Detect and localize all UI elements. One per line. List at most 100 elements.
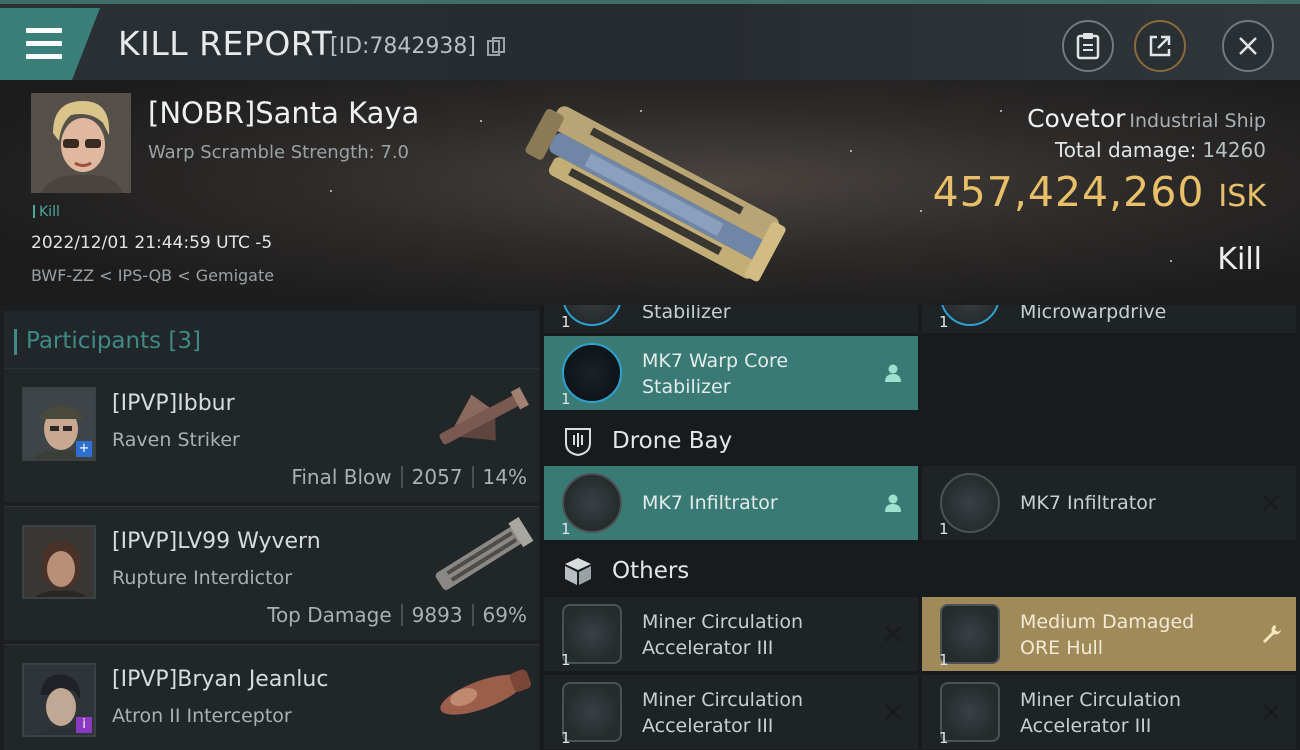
share-button[interactable] bbox=[1134, 20, 1186, 72]
kill-tag: Kill bbox=[33, 204, 60, 220]
participant-name: [IPVP]Bryan Jeanluc bbox=[112, 667, 329, 692]
isk-amount: 457,424,260 bbox=[932, 168, 1205, 216]
copy-icon[interactable] bbox=[487, 37, 505, 57]
person-icon bbox=[885, 494, 901, 512]
participants-title: Participants [3] bbox=[13, 328, 202, 355]
destroyed-x-icon bbox=[1263, 704, 1279, 720]
total-damage-value: 14260 bbox=[1202, 138, 1266, 162]
participant-ship: Rupture Interdictor bbox=[112, 567, 292, 589]
participant-stats: Top Damage 9893 69% bbox=[267, 603, 527, 627]
rig-icon bbox=[562, 604, 622, 664]
item-name-line: Miner Circulation bbox=[642, 689, 803, 711]
dropped-item[interactable]: 1 MK7 Warp Core Stabilizer bbox=[544, 336, 918, 410]
share-icon bbox=[1149, 35, 1171, 57]
destroyed-x-icon bbox=[885, 704, 901, 720]
victim-portrait[interactable] bbox=[31, 93, 131, 193]
cargo-box-icon bbox=[565, 558, 591, 585]
destroyed-item[interactable]: 1 Miner Circulation Accelerator III bbox=[544, 597, 918, 671]
participant-name: [IPVP]Ibbur bbox=[112, 391, 235, 416]
destroyed-item[interactable]: 1 Miner Circulation Accelerator III bbox=[922, 675, 1296, 749]
clipboard-button[interactable] bbox=[1062, 20, 1114, 72]
person-icon bbox=[885, 364, 901, 382]
warp-core-stabilizer-icon bbox=[562, 305, 622, 326]
item-name: MK7 Infiltrator bbox=[642, 492, 778, 514]
participant-row[interactable]: i [IPVP]Bryan Jeanluc Atron II Intercept… bbox=[4, 644, 539, 750]
total-damage: Total damage: 14260 bbox=[1055, 138, 1266, 162]
item-name: Miner Circulation Accelerator III bbox=[642, 687, 882, 739]
item-name: MK7 Warp Core Stabilizer bbox=[642, 348, 882, 400]
participant-percent: 69% bbox=[482, 603, 527, 627]
others-section: Others bbox=[544, 543, 1300, 599]
drone-icon bbox=[562, 473, 622, 533]
participant-portrait bbox=[24, 527, 94, 597]
kill-result: Kill bbox=[1217, 242, 1262, 277]
ore-hull-icon bbox=[940, 604, 1000, 664]
destroyed-x-icon bbox=[885, 626, 901, 642]
item-quantity: 1 bbox=[561, 651, 571, 669]
item-name: Miner Circulation Accelerator III bbox=[1020, 687, 1260, 739]
drone-icon bbox=[940, 473, 1000, 533]
star bbox=[480, 120, 482, 122]
participant-role: Final Blow bbox=[291, 465, 392, 489]
item-quantity: 1 bbox=[561, 729, 571, 747]
fitted-item[interactable]: 1 Microwarpdrive bbox=[922, 305, 1296, 333]
item-name-line: Accelerator III bbox=[1020, 715, 1152, 737]
victim-name[interactable]: [NOBR]Santa Kaya bbox=[148, 96, 419, 130]
page-title: KILL REPORT bbox=[118, 24, 333, 63]
participant-damage: 2057 bbox=[411, 465, 463, 489]
ship-class: Industrial Ship bbox=[1129, 110, 1266, 132]
kill-datetime: 2022/12/01 21:44:59 UTC -5 bbox=[31, 233, 273, 253]
victim-ship: Covetor Industrial Ship bbox=[1027, 104, 1266, 133]
ship-name[interactable]: Covetor bbox=[1027, 104, 1125, 133]
item-name: Stabilizer bbox=[642, 305, 731, 323]
damaged-item[interactable]: 1 Medium Damaged ORE Hull bbox=[922, 597, 1296, 671]
participant-stats: Final Blow 2057 14% bbox=[291, 465, 527, 489]
warp-core-stabilizer-icon bbox=[562, 343, 622, 403]
warp-scramble-strength: Warp Scramble Strength: 7.0 bbox=[148, 142, 410, 163]
item-quantity: 1 bbox=[561, 520, 571, 538]
star bbox=[920, 210, 922, 212]
participant-ship-image bbox=[440, 669, 531, 715]
kill-summary: [NOBR]Santa Kaya Warp Scramble Strength:… bbox=[0, 80, 1300, 305]
hamburger-icon bbox=[26, 28, 62, 33]
item-name: MK7 Infiltrator bbox=[1020, 492, 1156, 514]
participant-percent: 14% bbox=[482, 465, 527, 489]
item-name: Miner Circulation Accelerator III bbox=[642, 609, 882, 661]
microwarpdrive-icon bbox=[940, 305, 1000, 326]
participants-title-text: Participants bbox=[26, 328, 162, 354]
participant-row[interactable]: + [IPVP]Ibbur Raven Striker Final Blow 20… bbox=[4, 368, 539, 502]
close-button[interactable] bbox=[1222, 20, 1274, 72]
hamburger-icon-bar bbox=[26, 54, 62, 59]
items-panel: 1 Stabilizer 1 Microwarpdrive 1 MK7 Warp… bbox=[540, 305, 1300, 750]
item-quantity: 1 bbox=[939, 651, 949, 669]
participant-role: Top Damage bbox=[267, 603, 392, 627]
victim-avatar bbox=[31, 93, 131, 193]
drone-bay-section: Drone Bay bbox=[544, 413, 1300, 469]
rig-icon bbox=[940, 682, 1000, 742]
participant-name: [IPVP]LV99 Wyvern bbox=[112, 529, 321, 554]
star bbox=[1000, 110, 1002, 112]
kill-location[interactable]: BWF-ZZ < IPS-QB < Gemigate bbox=[31, 266, 274, 285]
dropped-item[interactable]: 1 MK7 Infiltrator bbox=[544, 466, 918, 540]
participant-ship-image bbox=[435, 517, 534, 590]
item-quantity: 1 bbox=[939, 313, 949, 331]
victim-ship-image bbox=[525, 106, 786, 282]
clipboard-icon bbox=[1076, 33, 1100, 60]
destroyed-item[interactable]: 1 MK7 Infiltrator bbox=[922, 466, 1296, 540]
divider bbox=[471, 466, 474, 488]
divider bbox=[400, 466, 403, 488]
participants-count: [3] bbox=[168, 328, 202, 354]
item-name-line: Accelerator III bbox=[642, 637, 774, 659]
top-bar: KILL REPORT [ID:7842938] bbox=[0, 0, 1300, 80]
close-icon bbox=[1239, 37, 1257, 55]
participants-panel: Participants [3] + [IPVP]Ibbur Raven Str… bbox=[0, 305, 540, 750]
menu-button[interactable] bbox=[0, 8, 100, 80]
destroyed-item[interactable]: 1 Miner Circulation Accelerator III bbox=[544, 675, 918, 749]
isk-value: 457,424,260 ISK bbox=[933, 168, 1266, 216]
participant-row[interactable]: [IPVP]LV99 Wyvern Rupture Interdictor To… bbox=[4, 506, 539, 640]
item-name-line: MK7 Warp Core bbox=[642, 350, 789, 372]
drone-bay-icon bbox=[565, 428, 591, 457]
item-quantity: 1 bbox=[939, 729, 949, 747]
report-id: [ID:7842938] bbox=[330, 34, 476, 59]
fitted-item[interactable]: 1 Stabilizer bbox=[544, 305, 918, 333]
